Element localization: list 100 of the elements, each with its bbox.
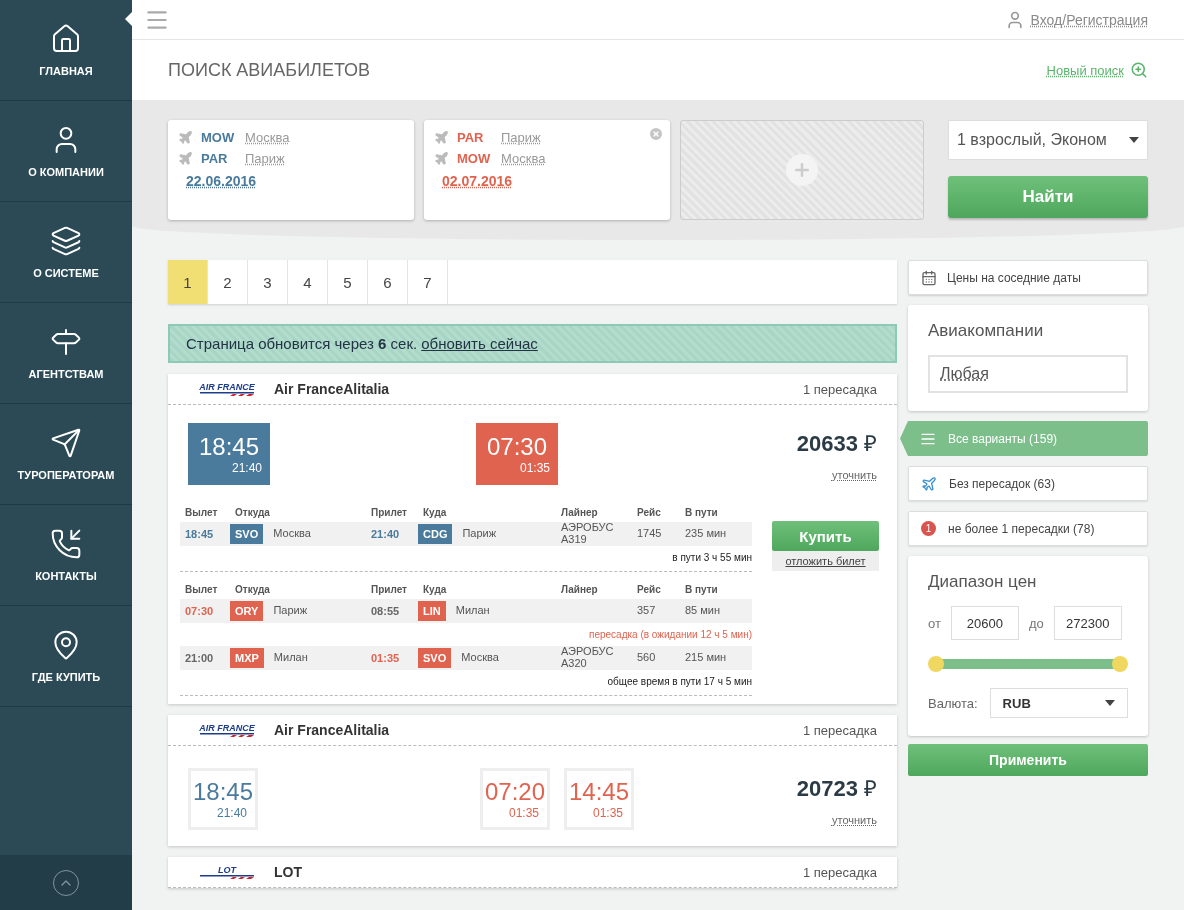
- duration: 215 мин: [684, 652, 728, 664]
- signpost-icon: [50, 326, 82, 358]
- page-button[interactable]: 5: [328, 260, 368, 304]
- page-button[interactable]: 4: [288, 260, 328, 304]
- airport-code: CDG: [418, 524, 453, 544]
- price: 20723 ₽: [796, 775, 877, 802]
- price-to-field[interactable]: 272300: [1053, 606, 1122, 640]
- city: Москва: [460, 652, 500, 664]
- airport-code: MXP: [230, 648, 264, 668]
- add-route-button[interactable]: [680, 120, 924, 220]
- travel-time: в пути 3 ч 55 мин: [671, 551, 752, 565]
- column-header: Рейс: [636, 507, 662, 518]
- city: Париж: [461, 528, 498, 540]
- flight-number: 357: [636, 605, 657, 617]
- airline-name: Air FranceAlitalia: [274, 381, 390, 397]
- departure-time: 21:00: [184, 652, 215, 664]
- price-slider[interactable]: [928, 656, 1128, 672]
- passengers-select[interactable]: 1 взрослый, Эконом: [948, 120, 1148, 160]
- page-button[interactable]: 7: [408, 260, 448, 304]
- column-header: Вылет: [184, 507, 219, 518]
- neighbor-dates-button[interactable]: Цены на соседние даты: [908, 260, 1148, 295]
- flight-number: 560: [636, 652, 657, 664]
- column-header: Откуда: [234, 507, 271, 518]
- column-header: Куда: [422, 584, 448, 595]
- postpone-link[interactable]: отложить билет: [772, 551, 879, 571]
- column-header: В пути: [684, 507, 719, 518]
- plane-icon: [178, 130, 193, 145]
- transfers-count: 1 пересадка: [802, 381, 877, 397]
- city: Париж: [272, 605, 309, 617]
- arrival-time: 01:35: [370, 652, 401, 664]
- airport-code: MOW: [457, 151, 492, 166]
- airline-logo: LOT: [192, 865, 262, 879]
- city: Москва: [272, 528, 312, 540]
- notice-text: Страница обновится через 6 сек.: [186, 335, 418, 352]
- column-header: Куда: [422, 507, 448, 518]
- transfers-count: 1 пересадка: [802, 722, 877, 738]
- login-link[interactable]: Вход/Регистрация: [1004, 9, 1148, 30]
- close-button[interactable]: [648, 126, 664, 142]
- home-icon: [50, 23, 82, 55]
- panel-title: Диапазон цен: [928, 572, 1038, 592]
- city: Милан: [454, 605, 491, 617]
- refine-link[interactable]: уточнить: [832, 469, 877, 481]
- time-box: 14:45 01:35: [564, 768, 634, 830]
- refine-link[interactable]: уточнить: [832, 814, 877, 826]
- column-header: В пути: [684, 584, 719, 595]
- zoom-in-icon: [1130, 61, 1148, 79]
- departure-time: 18:45: [184, 528, 215, 540]
- currency-select[interactable]: RUB: [989, 688, 1128, 718]
- plane-icon: [178, 151, 193, 166]
- nav-item[interactable]: КОНТАКТЫ: [0, 505, 132, 606]
- column-header: Откуда: [234, 584, 271, 595]
- transfer-note: пересадка (в ожидании 12 ч 5 мин): [588, 628, 752, 642]
- nav-item[interactable]: ТУРОПЕРАТОРАМ: [0, 404, 132, 505]
- airport-code: PAR: [201, 151, 229, 166]
- slider-handle[interactable]: [928, 656, 944, 672]
- plane-icon: [434, 151, 449, 166]
- arrival-time: 08:55: [370, 605, 401, 617]
- from-label: от: [928, 615, 941, 631]
- duration: 235 мин: [684, 528, 728, 540]
- airport-code: MOW: [201, 130, 236, 145]
- refresh-link[interactable]: обновить сейчас: [421, 335, 538, 352]
- plane-icon: [434, 130, 449, 145]
- page-button[interactable]: 6: [368, 260, 408, 304]
- travel-time: общее время в пути 17 ч 5 мин: [606, 675, 752, 689]
- column-header: Лайнер: [560, 507, 599, 518]
- nav-item[interactable]: АГЕНТСТВАМ: [0, 303, 132, 404]
- column-header: Лайнер: [560, 584, 599, 595]
- page-button[interactable]: 2: [208, 260, 248, 304]
- to-label: до: [1028, 615, 1044, 631]
- plus-icon: [792, 160, 812, 180]
- time-box: 18:45 21:40: [188, 768, 258, 830]
- airline-field[interactable]: Любая: [928, 355, 1128, 393]
- paper-plane-icon: [50, 427, 82, 459]
- page-button[interactable]: 1: [168, 260, 208, 304]
- panel-title: Авиакомпании: [928, 321, 1045, 341]
- aircraft: АЭРОБУС A320: [560, 646, 615, 670]
- filter-option[interactable]: 1 не более 1 пересадки (78): [908, 511, 1148, 546]
- phone-icon: [50, 528, 82, 560]
- layers-icon: [50, 225, 82, 257]
- nav-item[interactable]: ГДЕ КУПИТЬ: [0, 606, 132, 707]
- flight-number: 1745: [636, 528, 663, 540]
- airline-logo: AIR FRANCE: [192, 723, 262, 737]
- airport-code: SVO: [230, 524, 264, 544]
- arrival-time: 21:40: [370, 528, 401, 540]
- column-header: Прилет: [370, 584, 408, 595]
- airline-name: LOT: [274, 864, 302, 880]
- duration: 85 мин: [684, 605, 722, 617]
- airport-code: LIN: [418, 601, 446, 621]
- nav-item[interactable]: О СИСТЕМЕ: [0, 202, 132, 303]
- column-header: Рейс: [636, 584, 662, 595]
- page-button[interactable]: 3: [248, 260, 288, 304]
- slider-handle[interactable]: [1112, 656, 1128, 672]
- airport-code: ORY: [230, 601, 264, 621]
- filter-option[interactable]: Без пересадок (63): [908, 466, 1148, 501]
- date-link[interactable]: 22.06.2016: [186, 173, 257, 189]
- departure-time: 07:30: [184, 605, 215, 617]
- currency-label: Валюта:: [928, 695, 978, 711]
- airline-logo: AIR FRANCE: [192, 382, 262, 396]
- price-from-field[interactable]: 20600: [950, 606, 1019, 640]
- city: Милан: [272, 652, 309, 664]
